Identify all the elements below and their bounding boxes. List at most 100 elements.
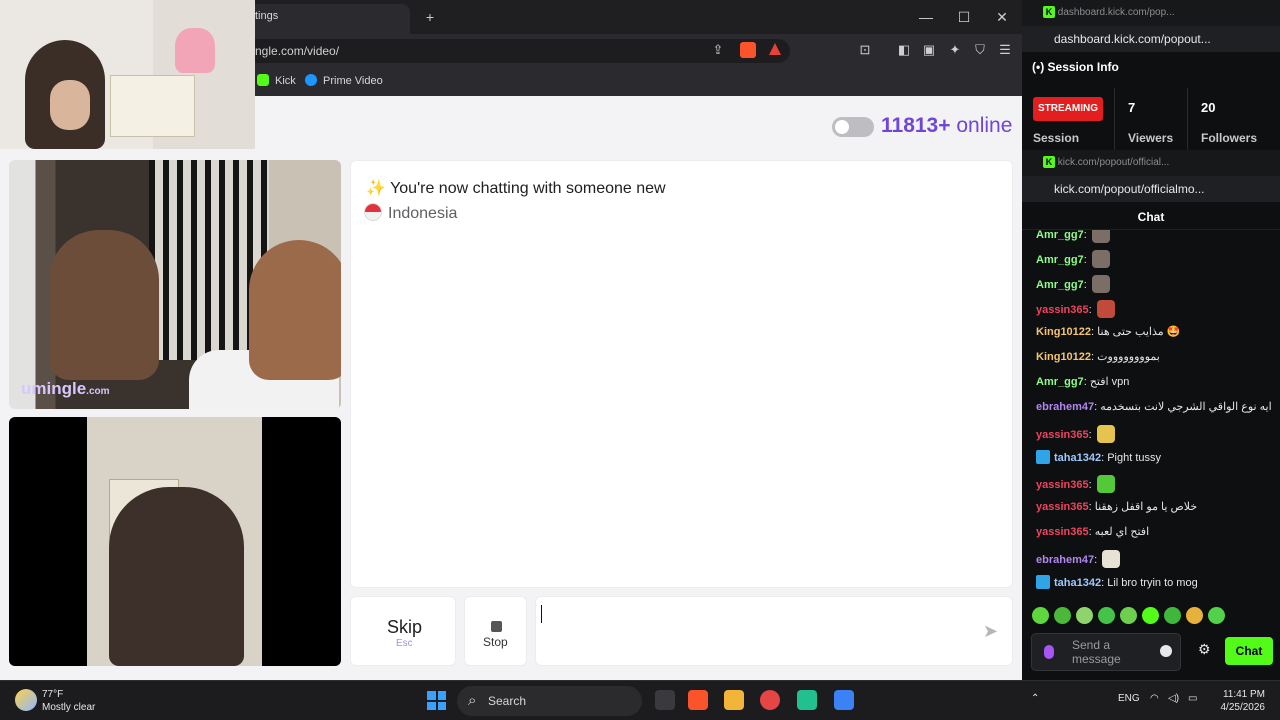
bookmark-label: Prime Video — [323, 75, 383, 87]
emote-icon[interactable] — [1076, 607, 1093, 624]
start-button[interactable] — [427, 691, 446, 710]
system-clock[interactable]: 11:41 PM 4/25/2026 — [1210, 688, 1266, 714]
tray-chevron-icon[interactable]: ⌃ — [1031, 693, 1039, 704]
emote-icon[interactable] — [1186, 607, 1203, 624]
session-heading: (•) Session Info — [1032, 60, 1119, 74]
chat-username[interactable]: yassin365 — [1036, 479, 1089, 491]
chat-username[interactable]: yassin365 — [1036, 501, 1089, 513]
emote-icon — [1091, 230, 1110, 243]
chrome-icon[interactable] — [760, 690, 780, 710]
chat-url[interactable]: kick.com/popout/officialmo... — [1022, 176, 1280, 202]
emote-icon[interactable] — [1032, 607, 1049, 624]
chat-text: افتح اي لعبه — [1094, 526, 1150, 538]
emoji-picker-icon[interactable] — [1160, 645, 1172, 657]
taskbar-search[interactable]: Search — [457, 686, 642, 716]
online-label: online — [956, 114, 1013, 137]
chat-line: taha1342: Pight tussy — [1036, 450, 1272, 472]
chat-separator: : — [1083, 279, 1090, 291]
chat-heading: Chat — [1022, 204, 1280, 230]
close-button[interactable]: ✕ — [983, 0, 1021, 34]
brave-shields-icon[interactable] — [740, 42, 756, 58]
chat-panel: ✨ You're now chatting with someone new I… — [350, 160, 1013, 588]
chat-username[interactable]: King10122 — [1036, 351, 1091, 363]
screenshot-icon[interactable]: ⊡ — [857, 42, 873, 58]
emote-icon[interactable] — [1208, 607, 1225, 624]
send-icon[interactable]: ➤ — [983, 621, 998, 642]
message-input[interactable]: ➤ — [535, 596, 1013, 666]
chat-username[interactable]: Amr_gg7 — [1036, 230, 1084, 241]
share-icon[interactable]: ⇪ — [710, 42, 726, 58]
self-video — [9, 417, 341, 666]
bookmark-kick[interactable]: Kick — [257, 73, 296, 89]
emote-icon[interactable] — [1098, 607, 1115, 624]
kick-icon: K — [1043, 156, 1055, 168]
stop-label: Stop — [483, 635, 508, 649]
clock-date: 4/25/2026 — [1220, 702, 1266, 713]
chat-username[interactable]: yassin365 — [1036, 429, 1089, 441]
patrick-poster — [175, 28, 215, 73]
chat-username[interactable]: yassin365 — [1036, 304, 1089, 316]
chat-username[interactable]: taha1342 — [1054, 577, 1101, 589]
maximize-button[interactable]: ☐ — [945, 0, 983, 34]
chat-line: yassin365: — [1036, 300, 1272, 322]
vpn-icon[interactable]: ⛉ — [972, 42, 988, 58]
brave-icon[interactable] — [688, 690, 708, 710]
stranger-person — [249, 240, 341, 380]
chat-username[interactable]: Amr_gg7 — [1036, 254, 1084, 266]
weather-widget[interactable]: 77°F Mostly clear — [42, 688, 95, 714]
send-message-input[interactable]: Send a message — [1031, 633, 1181, 671]
wallet-icon[interactable]: ▣ — [921, 42, 937, 58]
chat-username[interactable]: ebrahem47 — [1036, 554, 1094, 566]
emote-icon — [1091, 250, 1110, 268]
chat-line: yassin365: — [1036, 425, 1272, 447]
session-url[interactable]: dashboard.kick.com/popout... — [1022, 26, 1280, 52]
task-view-icon[interactable] — [655, 690, 675, 710]
emote-icon[interactable] — [1142, 607, 1159, 624]
emote-icon[interactable] — [1120, 607, 1137, 624]
new-tab-button[interactable]: + — [411, 0, 449, 34]
tab-active[interactable]: tings — [245, 4, 410, 34]
kick-icon: K — [1043, 6, 1055, 18]
chat-username[interactable]: yassin365 — [1036, 526, 1089, 538]
chat-send-button[interactable]: Chat — [1225, 637, 1273, 665]
viewers-value: 7 — [1128, 100, 1136, 115]
brave-rewards-icon[interactable] — [767, 42, 783, 58]
file-explorer-icon[interactable] — [724, 690, 744, 710]
bookmark-prime-video[interactable]: Prime Video — [305, 73, 383, 89]
leo-ai-icon[interactable]: ✦ — [947, 42, 963, 58]
skip-button[interactable]: Skip Esc — [350, 596, 456, 666]
minimize-button[interactable]: — — [907, 0, 945, 34]
emote-icon[interactable] — [1054, 607, 1071, 624]
chat-username[interactable]: Amr_gg7 — [1036, 279, 1084, 291]
chat-username[interactable]: ebrahem47 — [1036, 401, 1094, 413]
stop-button[interactable]: Stop — [464, 596, 527, 666]
mic-icon[interactable] — [1044, 645, 1054, 659]
chat-text: ايه نوع الواقي الشرجي لانت بتسخدمه — [1100, 401, 1272, 413]
chat-username[interactable]: Amr_gg7 — [1036, 376, 1084, 388]
chat-username[interactable]: King10122 — [1036, 326, 1091, 338]
sidebar-icon[interactable]: ◧ — [896, 42, 912, 58]
session-info-window: K dashboard.kick.com/pop... dashboard.ki… — [1022, 0, 1280, 150]
volume-icon[interactable]: ◁) — [1168, 693, 1179, 704]
temperature: 77°F — [42, 689, 64, 700]
wifi-icon[interactable]: ◠ — [1150, 693, 1159, 704]
chat-username[interactable]: taha1342 — [1054, 452, 1101, 464]
discord-icon[interactable] — [797, 690, 817, 710]
menu-icon[interactable]: ☰ — [997, 42, 1013, 58]
theme-toggle[interactable] — [832, 117, 874, 137]
watermark-brand: umingle — [21, 379, 87, 398]
emote-icon — [1091, 275, 1110, 293]
obs-icon[interactable] — [834, 690, 854, 710]
chat-line: taha1342: Lil bro tryin to mog — [1036, 575, 1272, 597]
language-indicator[interactable]: ENG — [1118, 693, 1140, 704]
url-field[interactable]: ngle.com/video/ — [245, 39, 790, 63]
gear-icon[interactable]: ⚙ — [1198, 641, 1211, 658]
chat-line: Amr_gg7: — [1036, 250, 1272, 272]
emote-icon[interactable] — [1164, 607, 1181, 624]
battery-icon[interactable]: ▭ — [1188, 693, 1197, 704]
emote-icon — [1096, 425, 1115, 443]
emote-icon — [1096, 300, 1115, 318]
streamer-hands — [50, 80, 90, 130]
weather-icon[interactable] — [15, 689, 37, 711]
chat-line: King10122: مذايب حتى هنا 🤩 — [1036, 325, 1272, 347]
